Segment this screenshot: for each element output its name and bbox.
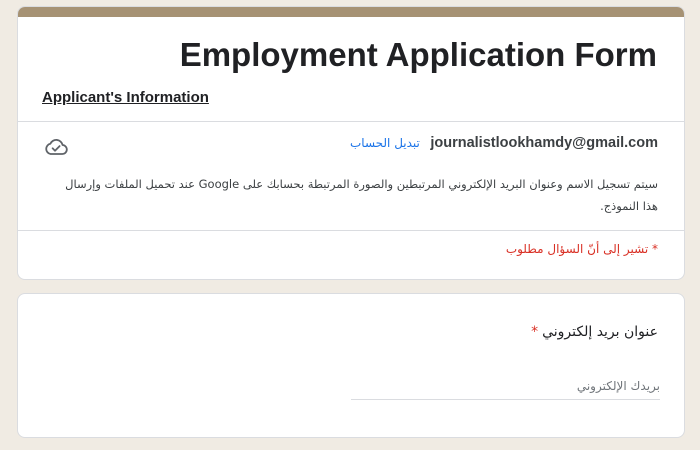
- account-row: journalistlookhamdy@gmail.com تبديل الحس…: [350, 135, 658, 151]
- account-email: journalistlookhamdy@gmail.com: [430, 135, 658, 151]
- accent-bar: [18, 7, 684, 17]
- divider: [18, 230, 684, 231]
- privacy-notice: سيتم تسجيل الاسم وعنوان البريد الإلكترون…: [65, 177, 658, 213]
- switch-account-link[interactable]: تبديل الحساب: [350, 136, 420, 150]
- form-header-card: Employment Application Form Applicant's …: [17, 6, 685, 280]
- cloud-done-icon[interactable]: [44, 137, 68, 157]
- question-title: عنوان بريد إلكتروني: [542, 324, 658, 340]
- form-title: Employment Application Form: [179, 36, 657, 73]
- required-note: * تشير إلى أنّ السؤال مطلوب: [505, 242, 658, 256]
- divider: [18, 121, 684, 122]
- email-question-card: عنوان بريد إلكتروني*: [17, 293, 685, 438]
- email-input[interactable]: [351, 372, 660, 400]
- section-heading: Applicant's Information: [42, 89, 209, 106]
- question-label: عنوان بريد إلكتروني*: [531, 324, 658, 340]
- required-asterisk: *: [531, 324, 539, 340]
